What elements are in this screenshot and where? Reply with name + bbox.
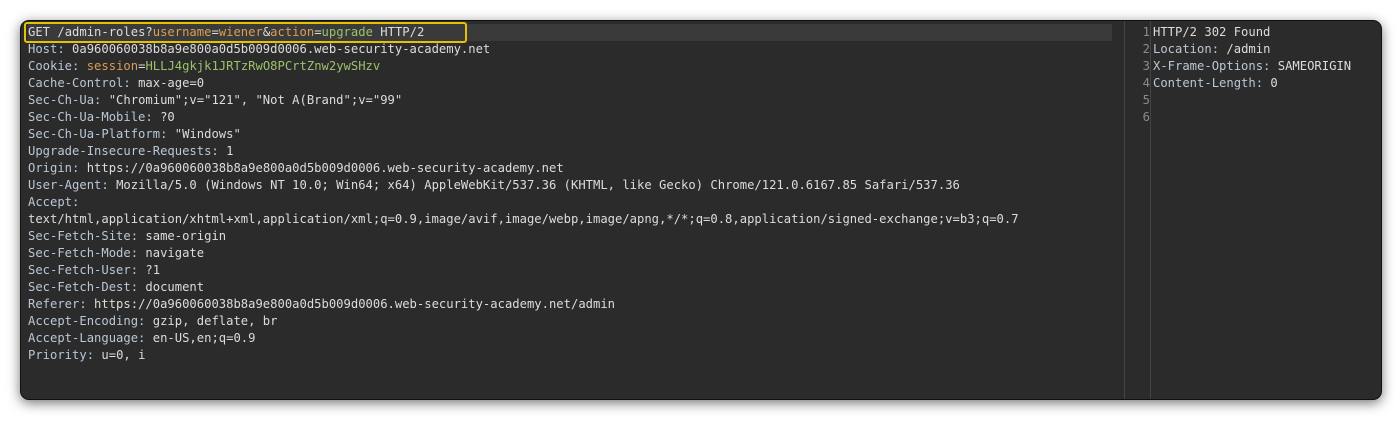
query-param-value-username: wiener xyxy=(218,25,263,39)
header-name: Priority: xyxy=(28,348,95,362)
request-method: GET xyxy=(28,25,51,39)
header-value: "Chromium";v="121", "Not A(Brand";v="99" xyxy=(108,93,403,107)
header-line: Accept-Language: en-US,en;q=0.9 xyxy=(28,330,1124,347)
status-line: HTTP/2 302 Found xyxy=(1153,25,1271,39)
cookie-name: session xyxy=(86,59,139,73)
header-value: https://0a960060038b8a9e800a0d5b009d0006… xyxy=(86,161,564,175)
request-lines: GET /admin-roles?username=wiener&action=… xyxy=(28,24,1124,364)
http-message-viewer: GET /admin-roles?username=wiener&action=… xyxy=(20,20,1382,400)
response-empty-line xyxy=(1153,109,1381,126)
header-value: en-US,en;q=0.9 xyxy=(152,331,256,345)
header-value: max-age=0 xyxy=(138,76,205,90)
header-line: Sec-Ch-Ua-Platform: "Windows" xyxy=(28,126,1124,143)
header-name: Cookie: xyxy=(28,59,80,73)
response-lines: HTTP/2 302 Found Location: /admin X-Fram… xyxy=(1153,24,1381,126)
header-value: navigate xyxy=(145,246,205,260)
header-line: Sec-Fetch-Site: same-origin xyxy=(28,228,1124,245)
header-name: Sec-Ch-Ua: xyxy=(28,93,102,107)
header-name: Sec-Fetch-Dest: xyxy=(28,280,139,294)
header-name: Location: xyxy=(1153,42,1220,56)
request-editor[interactable]: GET /admin-roles?username=wiener&action=… xyxy=(21,21,1124,399)
header-name: Sec-Fetch-Site: xyxy=(28,229,139,243)
query-param-value-action: upgrade xyxy=(321,25,373,39)
header-value: Mozilla/5.0 (Windows NT 10.0; Win64; x64… xyxy=(116,178,960,192)
line-number: 3 xyxy=(1142,59,1150,73)
header-value: SAMEORIGIN xyxy=(1277,59,1352,73)
response-empty-line xyxy=(1153,92,1381,109)
header-value: "Windows" xyxy=(174,127,241,141)
response-header-line: Content-Length: 0 xyxy=(1153,75,1381,92)
response-header-line: Location: /admin xyxy=(1153,41,1381,58)
header-name: Origin: xyxy=(28,161,80,175)
header-name: Accept-Encoding: xyxy=(28,314,146,328)
header-name: Accept-Language: xyxy=(28,331,146,345)
gutter-border xyxy=(1150,21,1151,399)
header-value: 0a960060038b8a9e800a0d5b009d0006.web-sec… xyxy=(72,42,491,56)
header-line: Cache-Control: max-age=0 xyxy=(28,75,1124,92)
response-viewer[interactable]: 1 2 3 4 5 6 HTTP/2 302 Found Location: /… xyxy=(1125,21,1381,399)
http-version: HTTP/2 xyxy=(380,25,425,39)
header-value: /admin xyxy=(1226,42,1271,56)
response-header-line: X-Frame-Options: SAMEORIGIN xyxy=(1153,58,1381,75)
header-line: Origin: https://0a960060038b8a9e800a0d5b… xyxy=(28,160,1124,177)
header-name: Sec-Fetch-User: xyxy=(28,263,139,277)
header-name: Cache-Control: xyxy=(28,76,131,90)
header-line: Upgrade-Insecure-Requests: 1 xyxy=(28,143,1124,160)
request-line[interactable]: GET /admin-roles?username=wiener&action=… xyxy=(28,24,1112,41)
header-name: Host: xyxy=(28,42,65,56)
line-number-gutter: 1 2 3 4 5 6 xyxy=(1125,24,1150,126)
cookie-value: HLLJ4gkjk1JRTzRwO8PCrtZnw2ywSHzv xyxy=(145,59,381,73)
header-value: 1 xyxy=(226,144,234,158)
header-line: Sec-Fetch-Dest: document xyxy=(28,279,1124,296)
header-name: Content-Length: xyxy=(1153,76,1264,90)
line-number: 4 xyxy=(1142,76,1150,90)
header-name: Upgrade-Insecure-Requests: xyxy=(28,144,219,158)
header-value: https://0a960060038b8a9e800a0d5b009d0006… xyxy=(94,297,616,311)
header-name: Referer: xyxy=(28,297,87,311)
header-line: Sec-Fetch-User: ?1 xyxy=(28,262,1124,279)
line-number: 2 xyxy=(1142,42,1150,56)
header-name: User-Agent: xyxy=(28,178,109,192)
response-status-line: HTTP/2 302 Found xyxy=(1153,24,1381,41)
header-value: u=0, i xyxy=(101,348,146,362)
header-line: Accept-Encoding: gzip, deflate, br xyxy=(28,313,1124,330)
query-param-name-action: action xyxy=(270,25,315,39)
query-param-name-username: username xyxy=(152,25,212,39)
header-line: User-Agent: Mozilla/5.0 (Windows NT 10.0… xyxy=(28,177,1124,194)
header-line: Sec-Fetch-Mode: navigate xyxy=(28,245,1124,262)
accept-value: text/html,application/xhtml+xml,applicat… xyxy=(28,212,1019,226)
header-name: Sec-Fetch-Mode: xyxy=(28,246,139,260)
header-line: Sec-Ch-Ua: "Chromium";v="121", "Not A(Br… xyxy=(28,92,1124,109)
header-line-cookie: Cookie: session=HLLJ4gkjk1JRTzRwO8PCrtZn… xyxy=(28,59,381,73)
line-number: 6 xyxy=(1142,110,1150,124)
header-name: Sec-Ch-Ua-Mobile: xyxy=(28,110,153,124)
line-number: 1 xyxy=(1142,25,1150,39)
header-line: Referer: https://0a960060038b8a9e800a0d5… xyxy=(28,296,1124,313)
header-line-host: Host: 0a960060038b8a9e800a0d5b009d0006.w… xyxy=(28,41,1124,58)
header-line: Sec-Ch-Ua-Mobile: ?0 xyxy=(28,109,1124,126)
header-value: ?1 xyxy=(145,263,161,277)
header-value: same-origin xyxy=(145,229,227,243)
request-path: /admin-roles? xyxy=(57,25,153,39)
header-line: Accept: xyxy=(28,194,1124,211)
header-value: 0 xyxy=(1270,76,1278,90)
header-name: Accept: xyxy=(28,195,80,209)
header-value: gzip, deflate, br xyxy=(152,314,278,328)
header-line: Priority: u=0, i xyxy=(28,347,1124,364)
header-name: X-Frame-Options: xyxy=(1153,59,1271,73)
header-value: document xyxy=(145,280,205,294)
line-number: 5 xyxy=(1142,93,1150,107)
header-value: ?0 xyxy=(160,110,175,124)
accept-value-line: text/html,application/xhtml+xml,applicat… xyxy=(28,211,1124,228)
header-name: Sec-Ch-Ua-Platform: xyxy=(28,127,168,141)
